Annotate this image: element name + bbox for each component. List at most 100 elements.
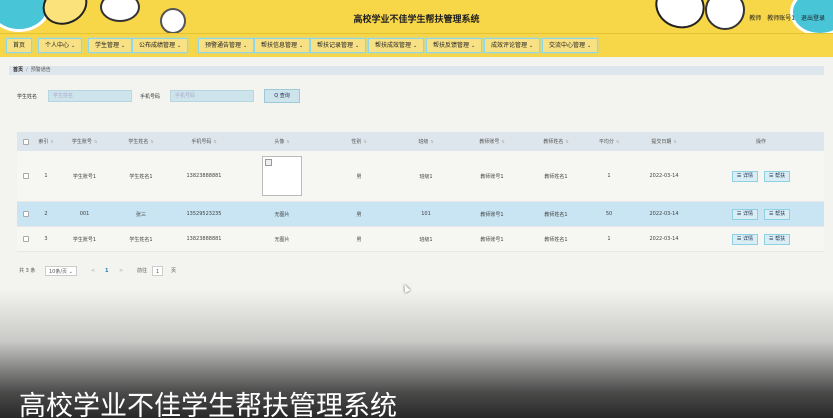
phone-input[interactable]: 手机号码 [170, 90, 254, 102]
page-size-select[interactable]: 10条/页 ⌄ [45, 266, 77, 276]
row-checkbox[interactable] [17, 227, 35, 251]
col-gender[interactable]: 性别 ⇅ [326, 132, 392, 151]
sort-icon: ⇅ [501, 139, 505, 144]
sort-icon: ⇅ [615, 139, 620, 144]
col-account[interactable]: 学生账号 ⇅ [57, 132, 112, 151]
col-phone[interactable]: 手机号码 ⇅ [170, 132, 238, 151]
cell-account: 学生账号1 [72, 173, 97, 180]
cell-phone: 13823888881 [186, 236, 222, 242]
cell-score: 1 [607, 173, 611, 179]
cell-date: 2022-03-14 [649, 173, 679, 179]
cell-avatar [238, 151, 326, 201]
table-row[interactable]: 3 学生账号1 学生姓名1 13823888881 无图片 男 班级1 教师账号… [17, 227, 824, 252]
nav-item-help-records[interactable]: 帮扶记录管理 ⌄ [310, 38, 367, 53]
cell-teacher-name: 教师姓名1 [544, 173, 568, 180]
logout-link[interactable]: 退出登录 [801, 15, 825, 22]
col-name[interactable]: 学生姓名 ⇅ [112, 132, 170, 151]
goto-input[interactable]: 1 [152, 266, 164, 276]
col-index[interactable]: 索引 ⇅ [35, 132, 57, 151]
cell-index: 1 [44, 173, 48, 179]
cell-account: 学生账号1 [72, 236, 97, 243]
nav-item-profile[interactable]: 个人中心 ⌄ [38, 38, 83, 53]
sort-icon: ⇅ [363, 139, 367, 144]
cell-name: 张三 [135, 211, 146, 218]
total-count: 共 3 条 [19, 268, 36, 274]
row-checkbox[interactable] [17, 151, 35, 201]
sort-icon: ⇅ [50, 139, 54, 144]
nav-item-students[interactable]: 学生管理 ⌄ [88, 38, 133, 53]
breadcrumb-current: 预警通告 [30, 67, 51, 73]
user-name[interactable]: 教师账号1 [767, 15, 795, 22]
video-caption: 高校学业不佳学生帮扶管理系统 [19, 391, 397, 418]
cell-teacher-account: 教师账号1 [480, 211, 504, 218]
cell-gender: 男 [356, 236, 362, 243]
top-nav: 首页 个人中心 ⌄ 学生管理 ⌄ 公布成绩管理 ⌄ 预警通告管理 ⌄ 帮扶信息管理 ⌄ 帮… [0, 33, 833, 57]
cell-date: 2022-03-14 [649, 236, 679, 242]
cell-index: 3 [44, 236, 48, 242]
cell-class: 班级1 [419, 236, 433, 243]
cell-gender: 男 [356, 173, 362, 180]
breadcrumb-separator: / [26, 67, 28, 73]
chevron-down-icon: ⌄ [413, 43, 418, 49]
chevron-down-icon: ⌄ [587, 43, 592, 49]
search-button[interactable]: Q 查询 [264, 89, 300, 103]
detail-button[interactable]: ☰ 详情 [731, 208, 758, 220]
student-name-label: 学生姓名 [17, 94, 38, 100]
goto-unit: 页 [171, 268, 177, 274]
nav-item-help-info[interactable]: 帮扶信息管理 ⌄ [254, 38, 311, 53]
col-score[interactable]: 平均分 ⇅ [588, 132, 630, 151]
cell-index: 2 [44, 211, 48, 217]
help-button[interactable]: ☰ 帮扶 [764, 170, 791, 182]
student-name-input[interactable]: 学生姓名 [48, 90, 132, 102]
next-page-button[interactable]: > [119, 266, 123, 276]
chevron-down-icon: ⌄ [71, 43, 76, 49]
prev-page-button[interactable]: < [91, 266, 95, 276]
sort-icon: ⇅ [93, 139, 98, 144]
cell-teacher-name: 教师姓名1 [544, 236, 568, 243]
sort-icon: ⇅ [286, 139, 290, 144]
detail-button[interactable]: ☰ 详情 [731, 233, 758, 245]
cell-actions: ☰ 详情 ☰ 帮扶 [698, 227, 824, 251]
cell-actions: ☰ 详情 ☰ 帮扶 [698, 202, 824, 226]
nav-item-grades[interactable]: 公布成绩管理 ⌄ [132, 38, 189, 53]
cell-date: 2022-03-14 [649, 211, 679, 217]
cell-score: 1 [607, 236, 611, 242]
select-all-checkbox[interactable] [17, 132, 35, 151]
nav-item-help-results[interactable]: 帮扶成效管理 ⌄ [368, 38, 425, 53]
broken-image-icon [262, 156, 302, 196]
table-row[interactable]: 2 001 张三 13529523235 无图片 男 101 教师账号1 教师姓… [17, 202, 824, 227]
help-button[interactable]: ☰ 帮扶 [764, 233, 791, 245]
page-number[interactable]: 1 [105, 266, 108, 276]
col-date[interactable]: 提交日期 ⇅ [630, 132, 698, 151]
nav-item-exchange[interactable]: 交流中心管理 ⌄ [542, 38, 599, 53]
user-info: 教师 教师账号1 退出登录 [745, 13, 825, 22]
cell-teacher-account: 教师账号1 [480, 173, 504, 180]
col-class[interactable]: 班级 ⇅ [392, 132, 460, 151]
chevron-down-icon: ⌄ [471, 43, 476, 49]
cell-account: 001 [79, 211, 90, 217]
cell-teacher-name: 教师姓名1 [544, 211, 568, 218]
nav-item-warnings[interactable]: 预警通告管理 ⌄ [198, 38, 255, 53]
help-button[interactable]: ☰ 帮扶 [764, 208, 791, 220]
nav-item-home[interactable]: 首页 [6, 38, 33, 53]
col-avatar[interactable]: 头像 ⇅ [238, 132, 326, 151]
cell-class: 班级1 [419, 173, 433, 180]
col-teacher-name[interactable]: 教师姓名 ⇅ [524, 132, 588, 151]
row-checkbox[interactable] [17, 202, 35, 226]
goto-label: 前往 [137, 268, 148, 274]
sort-icon: ⇅ [430, 139, 434, 144]
chevron-down-icon: ⌄ [299, 43, 304, 49]
detail-button[interactable]: ☰ 详情 [731, 170, 758, 182]
app-header: 高校学业不佳学生帮扶管理系统 教师 教师账号1 退出登录 [0, 0, 833, 33]
table-row[interactable]: 1 学生账号1 学生姓名1 13823888881 男 班级1 教师账号1 教师… [17, 151, 824, 202]
breadcrumb-home[interactable]: 首页 [13, 67, 23, 73]
sort-icon: ⇅ [565, 139, 569, 144]
user-role: 教师 [749, 15, 762, 22]
col-teacher-account[interactable]: 教师账号 ⇅ [460, 132, 524, 151]
chevron-down-icon: ⌄ [177, 43, 182, 49]
table-header: 索引 ⇅ 学生账号 ⇅ 学生姓名 ⇅ 手机号码 ⇅ 头像 ⇅ 性别 ⇅ 班级 ⇅ 教师账号 ⇅ … [17, 132, 824, 151]
sort-icon: ⇅ [150, 139, 154, 144]
nav-item-comments[interactable]: 成效评论管理 ⌄ [484, 38, 541, 53]
nav-item-help-feedback[interactable]: 帮扶反馈管理 ⌄ [426, 38, 483, 53]
sort-icon: ⇅ [673, 139, 677, 144]
